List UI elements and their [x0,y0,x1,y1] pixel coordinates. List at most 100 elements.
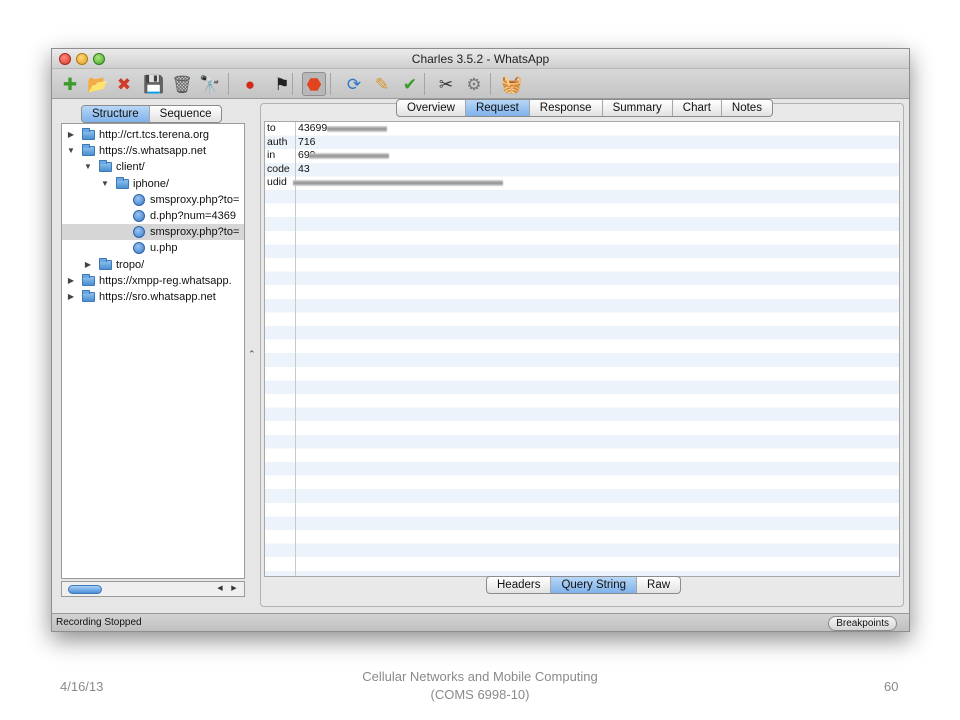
toolbar-separator [292,73,293,95]
folder-icon [99,160,112,173]
folder-icon [82,144,95,157]
redaction-blur [293,180,503,187]
tab-summary[interactable]: Summary [603,100,673,116]
tab-chart[interactable]: Chart [673,100,722,116]
param-value: 716 [298,135,316,148]
toolbar-separator [424,73,425,95]
table-row[interactable]: auth 716 [265,136,899,150]
tree-item-label: http://crt.tcs.terena.org [99,129,210,141]
slide-page-number: 60 [884,679,899,694]
tree-item[interactable]: ▶ https://xmpp-reg.whatsapp. [62,273,244,289]
tree-item-label: tropo/ [116,258,145,271]
shopping-basket-icon[interactable]: 🧺 [500,72,524,96]
disclosure-open-icon[interactable]: ▼ [100,176,110,192]
stop-breakpoints-icon[interactable]: ⬣ [302,72,326,96]
trash-icon[interactable]: 🗑 [170,72,194,96]
tools-icon[interactable]: ✂ [434,72,458,96]
tree-item[interactable]: smsproxy.php?to= [62,192,244,208]
tab-headers[interactable]: Headers [487,577,552,593]
tab-request[interactable]: Request [465,100,530,116]
slide-date: 4/16/13 [60,679,104,694]
split-collapse-icon[interactable]: ⌃ [248,349,256,360]
breakpoints-button[interactable]: Breakpoints [828,616,897,631]
table-row[interactable]: code 43 [265,163,899,177]
tree-item-label: smsproxy.php?to= [150,193,240,206]
table-row[interactable]: udid [265,176,899,190]
param-value: 43 [298,162,310,175]
edit-pencil-icon[interactable]: ✎ [370,72,394,96]
disclosure-closed-icon[interactable]: ▶ [66,289,76,305]
tab-sequence[interactable]: Sequence [150,106,222,122]
toolbar-separator [330,73,331,95]
disclosure-open-icon[interactable]: ▼ [83,159,93,175]
table-stripes [265,122,899,576]
tree-item[interactable]: ▶ tropo/ [62,257,244,273]
detail-tabs: Overview Request Response Summary Chart … [396,99,773,117]
disclosure-open-icon[interactable]: ▼ [66,143,76,159]
disclosure-closed-icon[interactable]: ▶ [66,273,76,289]
tab-query-string[interactable]: Query String [551,577,638,593]
validate-check-icon[interactable]: ✔ [398,72,422,96]
tree-horizontal-scrollbar[interactable]: ◀ ▶ [61,581,245,597]
record-icon[interactable]: ● [238,72,262,96]
disclosure-closed-icon[interactable]: ▶ [66,127,76,143]
table-row[interactable]: to 43699 [265,122,899,136]
open-session-icon[interactable]: 📂 [86,72,110,96]
toolbar-separator [228,73,229,95]
new-session-icon[interactable]: ✚ [58,72,82,96]
param-name: to [267,122,276,134]
folder-icon [99,257,112,270]
save-icon[interactable]: 💾 [142,72,166,96]
scrollbar-thumb[interactable] [68,585,102,594]
tree-item[interactable]: ▼ https://s.whatsapp.net [62,143,244,159]
tree-item[interactable]: smsproxy.php?to= [62,224,244,241]
structure-pane: Structure Sequence ▶ http://crt.tcs.teren… [59,103,245,603]
tree-item[interactable]: d.php?num=4369 [62,208,244,224]
tree-item-label: smsproxy.php?to= [150,226,240,239]
scroll-right-icon[interactable]: ▶ [228,583,240,595]
tree-item[interactable]: ▼ client/ [62,159,244,175]
folder-icon [82,128,95,140]
folder-icon [82,273,95,286]
throttle-flag-icon[interactable]: ⚑ [270,72,294,96]
charles-window: Charles 3.5.2 - WhatsApp ✚ 📂 ✖ 💾 🗑 🔭 ● ⚑ ⬣ ⟳ ✎ ✔ ✂ ⚙ 🧺… [51,48,910,632]
tree-item[interactable]: u.php [62,240,244,256]
binoculars-icon[interactable]: 🔭 [198,72,222,96]
tree-item[interactable]: ▼ iphone/ [62,176,244,192]
redaction-blur [309,153,389,160]
param-name: code [267,162,290,175]
tree-item-label: d.php?num=4369 [150,210,236,222]
tree-item[interactable]: ▶ https://sro.whatsapp.net [62,289,244,305]
request-globe-icon [133,242,145,255]
table-row[interactable]: in 699 [265,149,899,163]
folder-icon [82,290,95,302]
request-globe-icon [133,193,145,206]
query-string-table: to 43699 auth 716 in 699 code 43 udid [264,121,900,577]
tree-item-label: u.php [150,242,178,255]
tab-raw[interactable]: Raw [637,577,680,593]
course-code: (COMS 6998-10) [430,687,530,702]
request-globe-icon [133,226,145,239]
view-mode-tabs: Structure Sequence [81,105,223,123]
course-name: Cellular Networks and Mobile Computing [362,669,598,684]
tab-overview[interactable]: Overview [397,100,466,116]
settings-gear-icon[interactable]: ⚙ [462,72,486,96]
host-tree: ▶ http://crt.tcs.terena.org ▼ https://s.wha… [61,123,245,579]
status-bar: Recording Stopped Breakpoints [52,613,909,631]
param-name: in [267,149,276,162]
disclosure-closed-icon[interactable]: ▶ [83,257,93,273]
tab-structure[interactable]: Structure [82,106,150,122]
refresh-icon[interactable]: ⟳ [342,72,366,96]
param-name: udid [267,176,287,189]
tab-notes[interactable]: Notes [722,100,772,116]
recording-status: Recording Stopped [56,617,142,628]
folder-icon [116,176,129,189]
close-session-icon[interactable]: ✖ [112,72,136,96]
toolbar-separator [490,73,491,95]
tree-item-label: client/ [116,161,145,174]
tree-item-label: https://s.whatsapp.net [99,145,207,158]
column-divider[interactable] [295,122,296,576]
scroll-left-icon[interactable]: ◀ [214,583,226,595]
tab-response[interactable]: Response [530,100,603,116]
tree-item[interactable]: ▶ http://crt.tcs.terena.org [62,127,244,143]
